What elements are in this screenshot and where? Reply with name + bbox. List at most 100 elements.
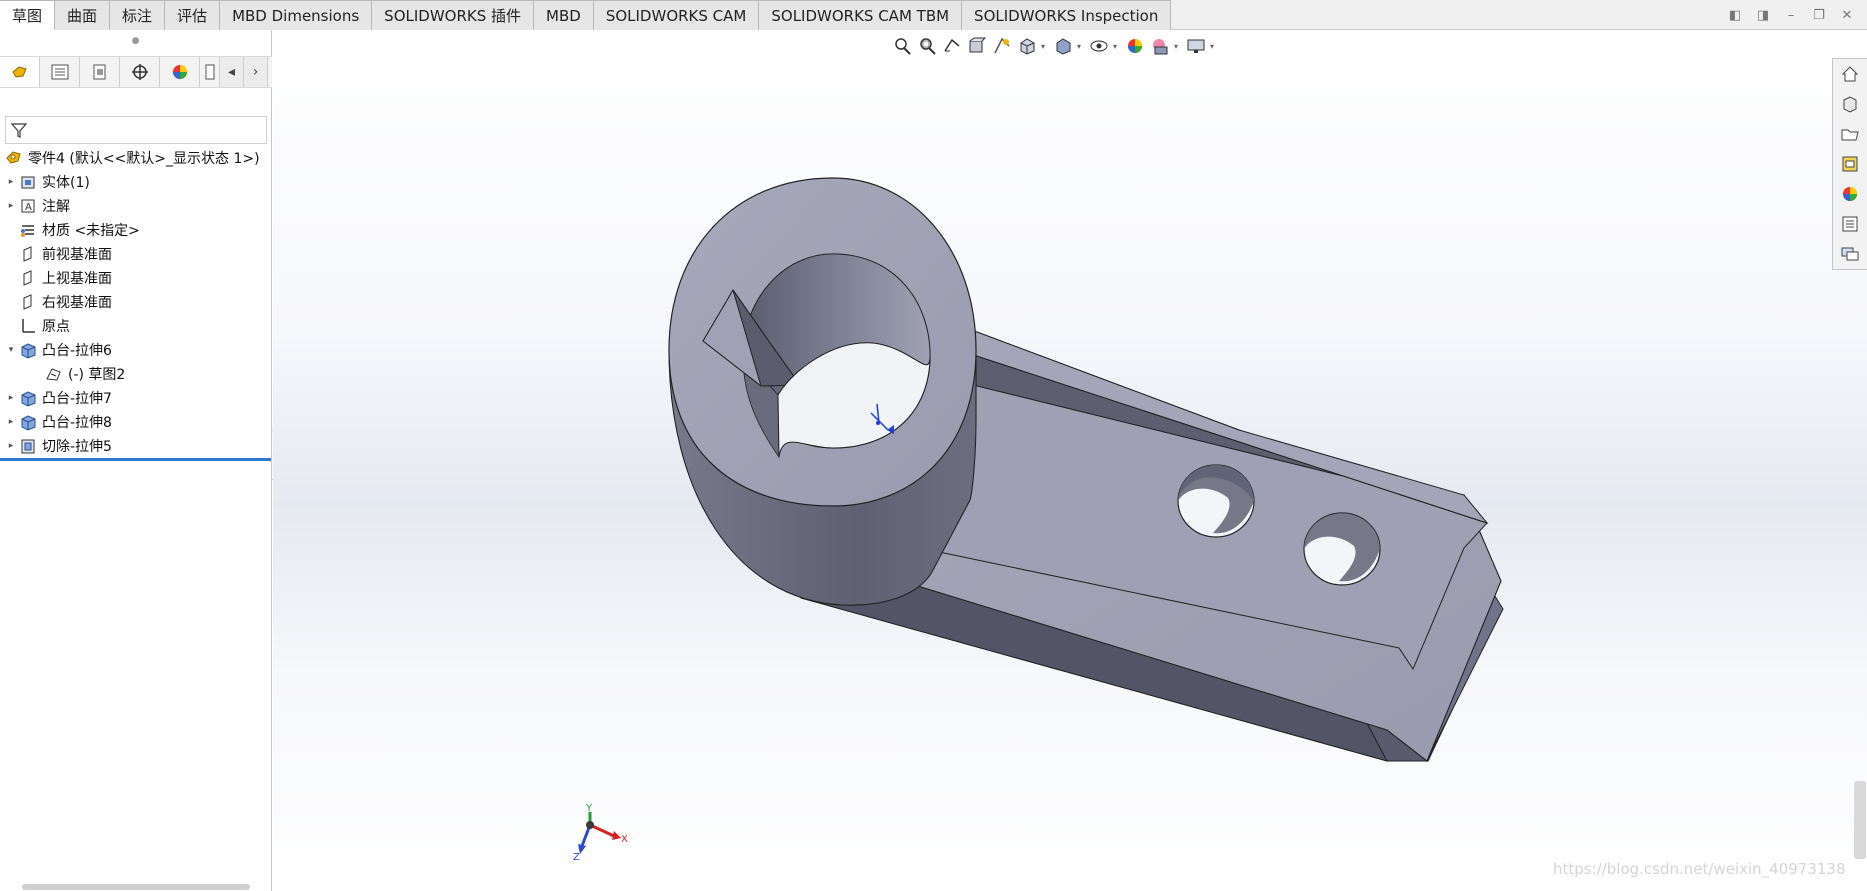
solidworks-resources-icon[interactable]	[1833, 59, 1867, 89]
tree-node[interactable]: ▸ 凸台-拉伸7	[0, 386, 272, 410]
tree-node[interactable]: ▸ 实体(1)	[0, 170, 272, 194]
tile-right-icon[interactable]: ◨	[1751, 4, 1775, 26]
tree-node-label: 原点	[42, 319, 70, 335]
solidworks-window: 草图 曲面 标注 评估 MBD Dimensions SOLIDWORKS 插件 MBD SO…	[0, 0, 1867, 891]
tile-left-icon[interactable]: ◧	[1723, 4, 1747, 26]
display-manager-icon	[172, 65, 187, 79]
ribbon-tab[interactable]: SOLIDWORKS 插件	[372, 0, 535, 30]
ribbon-tab[interactable]: MBD Dimensions	[220, 0, 373, 30]
annotation-icon: A	[18, 197, 38, 215]
ribbon-tab[interactable]: 评估	[165, 0, 221, 30]
tree-node[interactable]: ▸ 切除-拉伸5	[0, 434, 272, 458]
configuration-manager-icon	[93, 64, 105, 80]
expand-arrow-icon[interactable]: ▸	[4, 417, 18, 427]
cut-extrude-icon	[18, 437, 38, 455]
minimize-button[interactable]: –	[1779, 4, 1803, 26]
expand-arrow-icon[interactable]: ▸	[4, 177, 18, 187]
close-button[interactable]: ✕	[1835, 4, 1859, 26]
sketch-icon	[44, 365, 64, 383]
tree-node[interactable]: 上视基准面	[0, 266, 272, 290]
appearances-icon[interactable]	[1833, 179, 1867, 209]
graphics-viewport[interactable]: ▾ ▾ ▾ ▾ ▾ X Y Z https://blog.csdn.net/we…	[273, 30, 1867, 891]
tree-node-label: 右视基准面	[42, 295, 112, 311]
custom-properties-icon[interactable]	[1833, 209, 1867, 239]
tabs-scroll-left-button[interactable]: ◂	[220, 57, 244, 87]
tree-node-label: 切除-拉伸5	[42, 439, 112, 455]
task-pane-tabs	[1832, 58, 1867, 270]
forum-icon[interactable]	[1833, 239, 1867, 269]
part-model-3d[interactable]	[273, 30, 1867, 891]
ribbon-tab[interactable]: SOLIDWORKS CAM TBM	[759, 0, 963, 30]
tree-root-part[interactable]: 零件4 (默认<<默认>_显示状态 1>)	[0, 146, 272, 170]
tree-node-label: 上视基准面	[42, 271, 112, 287]
ribbon-tab[interactable]: 标注	[110, 0, 166, 30]
feature-manager-panel: ● ◂ › 零件4 (默认<<默认>_显示状态 1>) ▸ 实体(1) ▸ A …	[0, 30, 272, 891]
feature-manager-tabs: ◂ ›	[0, 56, 272, 88]
triad-x-label: X	[621, 834, 628, 845]
dimxpert-icon	[131, 64, 148, 80]
tree-node[interactable]: 原点	[0, 314, 272, 338]
ribbon-tab[interactable]: 曲面	[55, 0, 111, 30]
tree-node-label: 凸台-拉伸6	[42, 343, 112, 359]
tree-node-label: 凸台-拉伸7	[42, 391, 112, 407]
cam-tab-icon	[205, 64, 214, 80]
panel-horizontal-scrollbar[interactable]	[22, 884, 250, 890]
tree-node[interactable]: 材质 <未指定>	[0, 218, 272, 242]
ribbon-tabs: 草图 曲面 标注 评估 MBD Dimensions SOLIDWORKS 插件 MBD SO…	[0, 0, 1172, 30]
view-palette-icon[interactable]	[1833, 149, 1867, 179]
ribbon-tab[interactable]: SOLIDWORKS Inspection	[962, 0, 1172, 30]
feature-filter-input[interactable]	[5, 116, 267, 144]
material-icon	[18, 221, 38, 239]
collapse-arrow-icon[interactable]: ▾	[4, 345, 18, 355]
tree-node[interactable]: (-) 草图2	[0, 362, 272, 386]
boss-extrude-icon	[18, 389, 38, 407]
tree-node[interactable]: ▾ 凸台-拉伸6	[0, 338, 272, 362]
tree-node-label: 注解	[42, 199, 70, 215]
boss-extrude-icon	[18, 341, 38, 359]
origin-icon	[18, 317, 38, 335]
svg-text:A: A	[25, 202, 32, 213]
tree-root-label: 零件4 (默认<<默认>_显示状态 1>)	[28, 151, 260, 167]
window-controls: ◧ ◨ – ❐ ✕	[1723, 4, 1867, 26]
tab-feature-tree[interactable]	[0, 57, 40, 87]
tabs-scroll-right-button[interactable]: ›	[244, 57, 268, 87]
ribbon-tab[interactable]: SOLIDWORKS CAM	[593, 0, 760, 30]
plane-icon	[18, 269, 38, 287]
plane-icon	[18, 245, 38, 263]
feature-tree-icon	[11, 66, 27, 78]
ribbon-tab-bar: 草图 曲面 标注 评估 MBD Dimensions SOLIDWORKS 插件 MBD SO…	[0, 0, 1867, 30]
tree-node[interactable]: 右视基准面	[0, 290, 272, 314]
expand-arrow-icon[interactable]: ▸	[4, 393, 18, 403]
restore-button[interactable]: ❐	[1807, 4, 1831, 26]
expand-arrow-icon[interactable]: ▸	[4, 201, 18, 211]
tree-node[interactable]: 前视基准面	[0, 242, 272, 266]
part-icon	[4, 149, 24, 167]
tab-property-manager[interactable]	[40, 57, 80, 87]
solid-body-icon	[18, 173, 38, 191]
tab-display-manager[interactable]	[160, 57, 200, 87]
panel-grip-icon[interactable]: ●	[0, 30, 271, 52]
boss-extrude-icon	[18, 413, 38, 431]
ribbon-tab[interactable]: 草图	[0, 0, 56, 30]
triad-y-label: Y	[585, 803, 593, 814]
tree-node-label: 实体(1)	[42, 175, 90, 191]
viewport-scroll-indicator[interactable]	[1854, 781, 1866, 859]
tree-node[interactable]: ▸ 凸台-拉伸8	[0, 410, 272, 434]
file-explorer-icon[interactable]	[1833, 119, 1867, 149]
design-library-icon[interactable]	[1833, 89, 1867, 119]
tree-node-label: 材质 <未指定>	[42, 223, 140, 239]
tree-node-label: 前视基准面	[42, 247, 112, 263]
tree-node[interactable]: ▸ A 注解	[0, 194, 272, 218]
tab-dimxpert-manager[interactable]	[120, 57, 160, 87]
tab-more[interactable]	[200, 57, 220, 87]
rollback-bar[interactable]	[0, 458, 272, 461]
tree-node-label: 凸台-拉伸8	[42, 415, 112, 431]
expand-arrow-icon[interactable]: ▸	[4, 441, 18, 451]
plane-icon	[18, 293, 38, 311]
watermark-text: https://blog.csdn.net/weixin_40973138	[1553, 860, 1846, 878]
property-manager-icon	[51, 64, 68, 80]
tab-configuration-manager[interactable]	[80, 57, 120, 87]
feature-tree: 零件4 (默认<<默认>_显示状态 1>) ▸ 实体(1) ▸ A 注解材质 <未指定>…	[0, 146, 272, 458]
reference-triad: X Y Z	[573, 803, 628, 860]
ribbon-tab[interactable]: MBD	[534, 0, 594, 30]
